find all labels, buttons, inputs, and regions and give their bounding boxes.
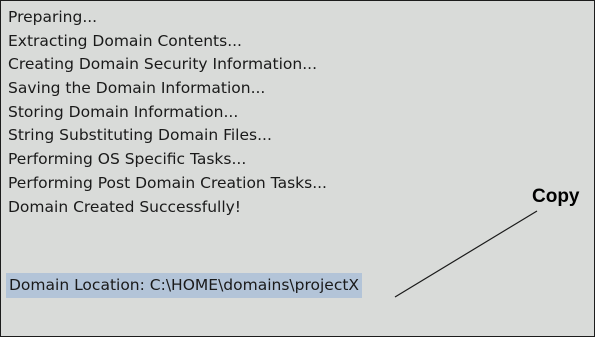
log-line-storing: Storing Domain Information... xyxy=(8,102,239,121)
log-line-success: Domain Created Successfully! xyxy=(8,197,242,216)
log-line-post-creation: Performing Post Domain Creation Tasks... xyxy=(8,173,327,192)
domain-location-selection[interactable]: Domain Location: C:\HOME\domains\project… xyxy=(6,273,363,298)
log-line-extracting: Extracting Domain Contents... xyxy=(8,31,242,50)
domain-creation-output-panel: Preparing... Extracting Domain Contents.… xyxy=(0,0,595,337)
progress-log: Preparing... Extracting Domain Contents.… xyxy=(8,6,327,219)
log-line-substituting: String Substituting Domain Files... xyxy=(8,126,272,145)
log-line-os-tasks: Performing OS Specific Tasks... xyxy=(8,150,247,169)
copy-annotation-label: Copy xyxy=(532,186,580,207)
log-line-preparing: Preparing... xyxy=(8,8,98,26)
log-line-security: Creating Domain Security Information... xyxy=(8,55,318,74)
log-line-saving: Saving the Domain Information... xyxy=(8,79,266,98)
